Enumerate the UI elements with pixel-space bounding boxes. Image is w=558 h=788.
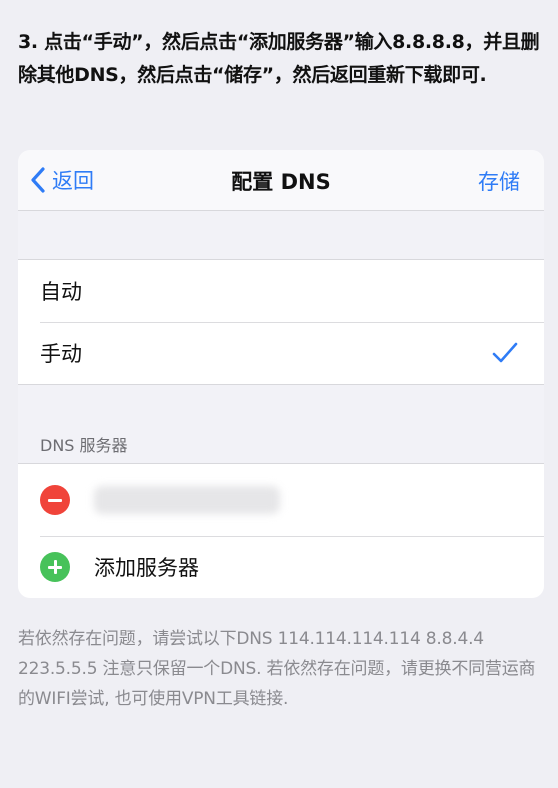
option-automatic[interactable]: 自动 [18, 260, 544, 322]
page-title: 配置 DNS [231, 170, 331, 194]
checkmark-icon [492, 342, 518, 363]
navigation-bar: 返回 配置 DNS 存储 [18, 150, 544, 211]
save-button[interactable]: 存储 [478, 166, 520, 196]
add-circle-icon [40, 552, 70, 582]
dns-server-row [18, 464, 544, 536]
add-server-label: 添加服务器 [94, 556, 199, 580]
option-automatic-label: 自动 [40, 280, 82, 304]
option-manual[interactable]: 手动 [18, 322, 544, 384]
option-manual-label: 手动 [40, 342, 82, 366]
remove-circle-icon[interactable] [40, 485, 70, 515]
dns-servers-group: 添加服务器 [18, 463, 544, 598]
dns-settings-panel: 返回 配置 DNS 存储 自动 手动 DNS 服务器 添加服务器 [18, 150, 544, 598]
dns-servers-header: DNS 服务器 [40, 436, 128, 455]
troubleshooting-note: 若依然存在问题，请尝试以下DNS 114.114.114.114 8.8.4.4… [18, 629, 536, 709]
instruction-text: 3. 点击“手动”，然后点击“添加服务器”输入8.8.8.8，并且删除其他DNS… [18, 31, 540, 86]
configure-mode-group: 自动 手动 [18, 259, 544, 385]
dns-server-address-redacted[interactable] [94, 486, 280, 514]
add-server-row[interactable]: 添加服务器 [18, 536, 544, 598]
